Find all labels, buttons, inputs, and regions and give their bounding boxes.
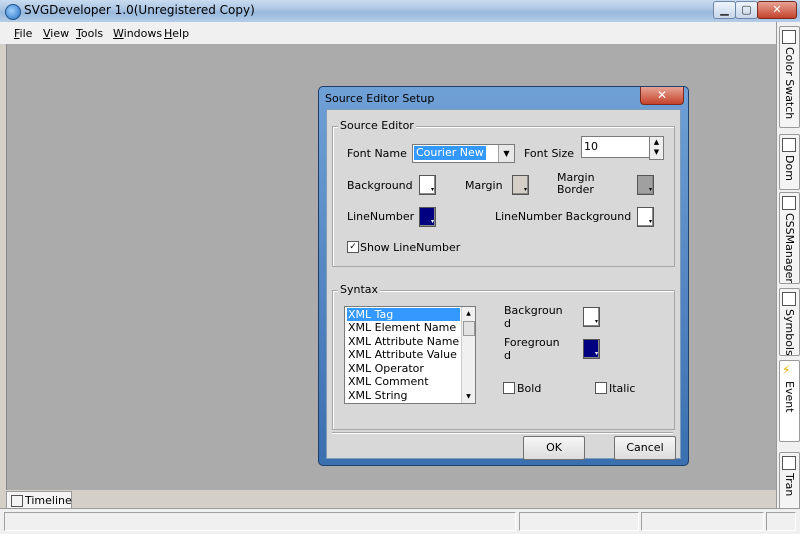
- scroll-down-icon[interactable]: ▼: [463, 391, 474, 402]
- list-item[interactable]: XML Element Name: [347, 321, 460, 334]
- minimize-button[interactable]: ▁: [713, 1, 736, 19]
- status-cell-2: [519, 512, 639, 531]
- list-scrollbar[interactable]: ▲ ▼: [461, 307, 475, 403]
- close-button[interactable]: ✕: [757, 1, 797, 19]
- dock-tab-color-swatch[interactable]: Color Swatch: [779, 26, 800, 128]
- line-number-background-label: LineNumber Background: [495, 210, 632, 223]
- margin-color-swatch[interactable]: ▾: [512, 175, 529, 195]
- syntax-foreground-color-swatch[interactable]: ▾: [583, 339, 600, 359]
- status-cell-main: [4, 512, 516, 531]
- spin-up-icon[interactable]: ▲: [650, 137, 663, 147]
- font-name-select[interactable]: Courier New ▼: [412, 144, 515, 163]
- font-size-label: Font Size: [524, 147, 575, 160]
- italic-label: Italic: [609, 382, 636, 395]
- maximize-button[interactable]: ▢: [735, 1, 758, 19]
- app-icon: [5, 4, 21, 20]
- dock-tab-symbols[interactable]: Symbols: [779, 288, 800, 356]
- font-name-label: Font Name: [347, 147, 407, 160]
- dock-tab-dom[interactable]: Dom: [779, 134, 800, 190]
- status-bar: [0, 508, 800, 534]
- bold-label: Bold: [517, 382, 542, 395]
- spin-down-icon[interactable]: ▼: [650, 147, 663, 157]
- menu-tools[interactable]: Tools: [76, 27, 103, 40]
- transform-icon: [782, 456, 796, 470]
- source-editor-setup-dialog: Source Editor Setup ✕ Source Editor Font…: [318, 86, 689, 466]
- margin-border-color-swatch[interactable]: ▾: [637, 175, 654, 195]
- background-label: Background: [347, 179, 413, 192]
- dialog-close-button[interactable]: ✕: [640, 87, 684, 105]
- divider: [332, 432, 673, 434]
- menu-file[interactable]: File: [14, 27, 32, 40]
- syntax-group-label: Syntax: [338, 283, 381, 296]
- margin-label: Margin: [465, 179, 503, 192]
- menu-bar: File View Tools Windows Help: [0, 22, 776, 45]
- font-size-value: 10: [584, 140, 598, 153]
- cssmanager-icon: [782, 196, 796, 210]
- dock-tab-transform[interactable]: Tran: [779, 452, 800, 510]
- list-item[interactable]: XML Tag: [347, 308, 460, 321]
- dom-icon: [782, 138, 796, 152]
- font-size-input[interactable]: 10: [581, 136, 650, 158]
- line-number-label: LineNumber: [347, 210, 415, 223]
- line-number-background-color-swatch[interactable]: ▾: [637, 207, 654, 227]
- syntax-element-list[interactable]: XML Tag XML Element Name XML Attribute N…: [344, 306, 476, 404]
- timeline-icon: [11, 495, 23, 507]
- scroll-thumb[interactable]: [463, 321, 475, 336]
- list-item[interactable]: XML Comment: [347, 375, 460, 388]
- dialog-client: Source Editor Font Name Courier New ▼ Fo…: [326, 109, 681, 460]
- menu-view[interactable]: View: [43, 27, 69, 40]
- menu-windows[interactable]: Windows: [113, 27, 162, 40]
- dock-tab-event[interactable]: ⚡ Event: [779, 360, 800, 442]
- dock-tab-cssmanager[interactable]: CSSManager: [779, 192, 800, 284]
- margin-border-label: Margin Border: [557, 171, 595, 196]
- cancel-button[interactable]: Cancel: [614, 436, 676, 460]
- list-item[interactable]: XML Attribute Value: [347, 348, 460, 361]
- right-dock: Color Swatch Dom CSSManager Symbols ⚡ Ev…: [776, 22, 800, 510]
- symbols-icon: [782, 292, 796, 306]
- ok-button[interactable]: OK: [523, 436, 585, 460]
- menu-help[interactable]: Help: [164, 27, 189, 40]
- italic-checkbox[interactable]: [595, 382, 607, 394]
- status-cell-4: [766, 512, 796, 531]
- list-item[interactable]: XML Operator: [347, 362, 460, 375]
- source-editor-group-label: Source Editor: [338, 119, 416, 132]
- window-title: SVGDeveloper 1.0(Unregistered Copy): [24, 3, 255, 17]
- title-bar: SVGDeveloper 1.0(Unregistered Copy) ▁ ▢ …: [0, 0, 800, 22]
- bold-checkbox[interactable]: [503, 382, 515, 394]
- color-swatch-icon: [782, 30, 796, 44]
- dialog-title: Source Editor Setup: [325, 92, 435, 105]
- font-name-value: Courier New: [414, 146, 486, 160]
- show-line-number-label: Show LineNumber: [360, 241, 461, 254]
- font-size-spinner[interactable]: ▲ ▼: [649, 136, 664, 160]
- list-item[interactable]: XML Attribute Name: [347, 335, 460, 348]
- show-line-number-checkbox[interactable]: ✓: [347, 241, 359, 253]
- tab-timeline[interactable]: Timeline: [6, 491, 72, 509]
- syntax-foreground-label: Foreground: [504, 336, 560, 362]
- syntax-background-label: Background: [504, 304, 563, 330]
- status-cell-3: [641, 512, 764, 531]
- chevron-down-icon[interactable]: ▼: [498, 145, 514, 162]
- lightning-icon: ⚡: [782, 364, 794, 376]
- list-item[interactable]: XML String: [347, 389, 460, 402]
- background-color-swatch[interactable]: ▾: [419, 175, 436, 195]
- line-number-color-swatch[interactable]: ▾: [419, 207, 436, 227]
- syntax-background-color-swatch[interactable]: ▾: [583, 307, 600, 327]
- scroll-up-icon[interactable]: ▲: [463, 308, 474, 319]
